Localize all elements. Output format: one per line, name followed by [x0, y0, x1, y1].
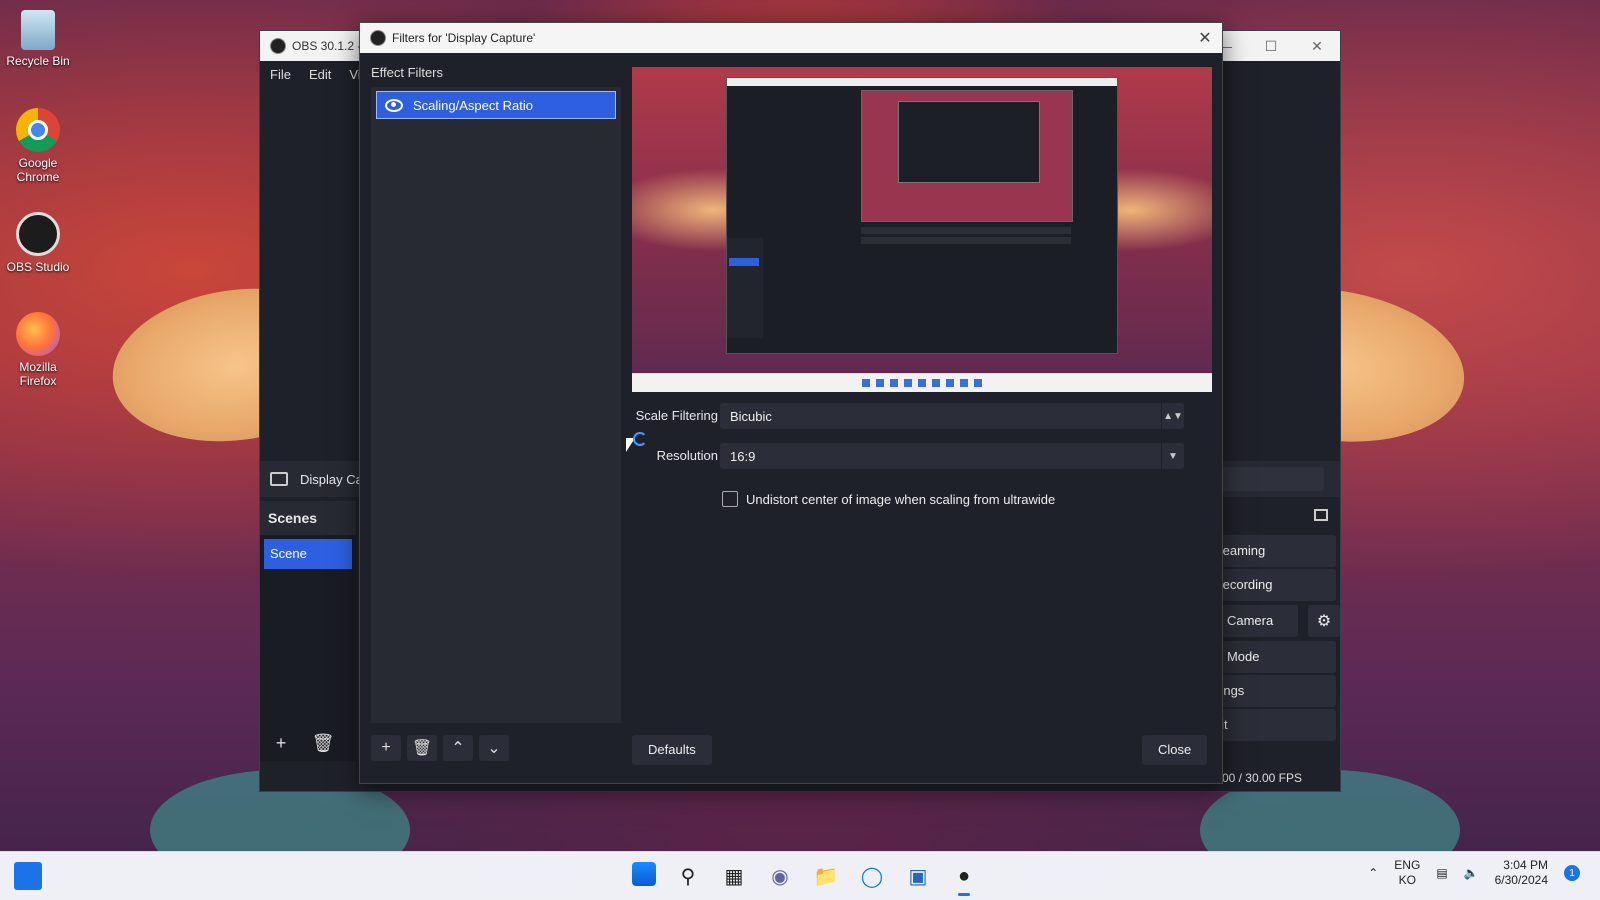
chrome-icon	[16, 108, 60, 152]
eye-icon[interactable]	[385, 98, 403, 112]
effect-filters-label: Effect Filters	[371, 65, 444, 80]
resolution-select[interactable]: 16:9 ▼	[720, 443, 1184, 469]
recycle-bin-icon	[21, 10, 55, 50]
maximize-icon[interactable]: ☐	[1248, 38, 1294, 55]
dialog-title-bar: Filters for 'Display Capture' ✕	[360, 23, 1222, 53]
filter-item-scaling[interactable]: Scaling/Aspect Ratio	[376, 91, 616, 119]
firefox-icon	[16, 312, 60, 356]
language-indicator[interactable]: ENG KO	[1394, 858, 1420, 888]
desktop-icon-google-chrome[interactable]: Google Chrome	[0, 108, 76, 184]
scenes-header: Scenes	[260, 501, 356, 535]
undistort-label: Undistort center of image when scaling f…	[746, 491, 1056, 507]
desktop-icon-label: Mozilla Firefox	[19, 360, 57, 388]
desktop-icon-label: Recycle Bin	[6, 54, 70, 68]
file-explorer-icon[interactable]: 📁	[812, 862, 840, 890]
desktop-icon-obs-studio[interactable]: OBS Studio	[0, 212, 76, 274]
notification-badge[interactable]: 1	[1564, 865, 1580, 881]
dialog-title: Filters for 'Display Capture'	[392, 31, 536, 45]
close-button[interactable]: Close	[1142, 735, 1208, 765]
gear-icon[interactable]: ⚙	[1308, 605, 1340, 637]
resolution-label: Resolution	[656, 448, 718, 463]
filter-item-label: Scaling/Aspect Ratio	[413, 97, 533, 113]
scale-filtering-select[interactable]: Bicubic ▲▼	[720, 403, 1184, 429]
source-name[interactable]: Display Ca	[300, 472, 363, 487]
desktop-icon-label: OBS Studio	[6, 260, 70, 274]
add-filter-button[interactable]: +	[371, 735, 401, 761]
desktop-icon-mozilla-firefox[interactable]: Mozilla Firefox	[0, 312, 76, 388]
scale-filtering-label: Scale Filtering	[635, 408, 718, 423]
defaults-button[interactable]: Defaults	[632, 735, 712, 765]
busy-spinner-icon	[633, 432, 647, 446]
add-scene-button[interactable]: +	[266, 729, 296, 757]
scene-item[interactable]: Scene	[264, 539, 352, 569]
obs-logo-icon	[270, 38, 286, 54]
filter-list-toolbar: + 🗑 ⌃ ⌄	[371, 735, 509, 761]
menu-edit[interactable]: Edit	[309, 67, 331, 82]
trash-icon[interactable]: 🗑	[407, 735, 437, 761]
system-tray: ⌃ ENG KO ▤ 🔈 3:04 PM 6/30/2024 1	[1368, 858, 1580, 888]
monitor-icon	[270, 472, 288, 486]
task-view-icon[interactable]: ▦	[720, 862, 748, 890]
undistort-option[interactable]: Undistort center of image when scaling f…	[722, 491, 1055, 507]
move-up-icon[interactable]: ⌃	[443, 735, 473, 761]
filters-dialog: Filters for 'Display Capture' ✕ Effect F…	[359, 22, 1223, 784]
widgets-icon[interactable]	[14, 862, 42, 890]
remove-scene-button[interactable]: 🗑	[308, 729, 338, 757]
menu-file[interactable]: File	[270, 67, 291, 82]
status-fps: 00 / 30.00 FPS	[1221, 771, 1302, 785]
lang-top: ENG	[1394, 858, 1421, 872]
search-icon[interactable]: ⚲	[674, 862, 702, 890]
edge-icon[interactable]: ◯	[858, 862, 886, 890]
obs-logo-icon	[370, 30, 386, 46]
filter-preview	[632, 67, 1212, 392]
volume-icon[interactable]: 🔈	[1464, 866, 1479, 880]
obs-icon	[16, 212, 60, 256]
windows-taskbar: ⚲ ▦ ◉ 📁 ◯ ▣ ● ⌃ ENG KO ▤ 🔈 3:04 PM 6/30/…	[0, 851, 1600, 900]
clock[interactable]: 3:04 PM 6/30/2024	[1495, 858, 1548, 888]
resolution-value: 16:9	[730, 448, 756, 464]
obs-taskbar-icon[interactable]: ●	[950, 862, 978, 896]
desktop-icon-label: Google Chrome	[16, 156, 60, 184]
lang-bottom: KO	[1398, 873, 1416, 887]
desktop-icon-recycle-bin[interactable]: Recycle Bin	[0, 10, 76, 68]
scenes-dock: Scenes Scene + 🗑	[260, 501, 356, 761]
chat-icon[interactable]: ◉	[766, 862, 794, 890]
close-icon[interactable]: ✕	[1294, 38, 1340, 55]
undistort-checkbox[interactable]	[722, 491, 738, 507]
scale-filtering-value: Bicubic	[730, 408, 772, 424]
store-icon[interactable]: ▣	[904, 862, 932, 890]
start-icon[interactable]	[632, 862, 656, 886]
chevron-down-icon: ▼	[1161, 443, 1184, 469]
updown-icon: ▲▼	[1161, 403, 1184, 429]
obs-window-title: OBS 30.1.2 -	[292, 39, 362, 53]
clock-date: 6/30/2024	[1494, 873, 1548, 887]
move-down-icon[interactable]: ⌄	[479, 735, 509, 761]
filter-list: Scaling/Aspect Ratio	[371, 87, 621, 723]
network-icon[interactable]: ▤	[1436, 866, 1447, 880]
chevron-up-icon[interactable]: ⌃	[1368, 866, 1378, 880]
preview-nested-window	[726, 77, 1118, 354]
close-icon[interactable]: ✕	[1188, 28, 1222, 48]
clock-time: 3:04 PM	[1503, 858, 1548, 872]
